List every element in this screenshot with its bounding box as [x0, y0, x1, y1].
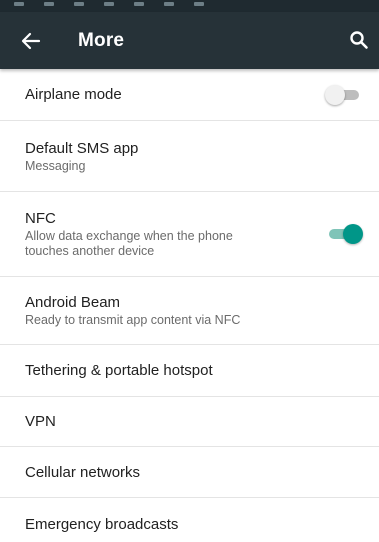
- airplane-mode-label: Airplane mode: [25, 86, 122, 103]
- emergency-broadcasts-row[interactable]: Emergency broadcasts: [0, 498, 379, 542]
- back-button[interactable]: [20, 30, 42, 52]
- nfc-description: Allow data exchange when the phone touch…: [25, 229, 233, 258]
- default-sms-app-row[interactable]: Default SMS app Messaging: [0, 121, 379, 192]
- airplane-mode-row[interactable]: Airplane mode: [0, 69, 379, 121]
- nfc-toggle[interactable]: [327, 224, 363, 244]
- cellular-networks-row[interactable]: Cellular networks: [0, 447, 379, 498]
- default-sms-app-label: Default SMS app: [25, 139, 139, 157]
- status-glyph: [164, 2, 174, 6]
- app-toolbar: More: [0, 12, 379, 69]
- android-beam-description: Ready to transmit app content via NFC: [25, 313, 241, 327]
- status-icons: [14, 0, 204, 6]
- status-glyph: [74, 2, 84, 6]
- emergency-broadcasts-label: Emergency broadcasts: [25, 515, 179, 533]
- vpn-row[interactable]: VPN: [0, 397, 379, 447]
- settings-screen: More Airplane mode Default SMS app Messa…: [0, 0, 379, 542]
- airplane-mode-toggle[interactable]: [325, 84, 361, 105]
- default-sms-app-value: Messaging: [25, 158, 86, 173]
- search-button[interactable]: [347, 28, 371, 52]
- arrow-left-icon: [21, 32, 41, 49]
- android-beam-row[interactable]: Android Beam Ready to transmit app conte…: [0, 277, 379, 345]
- tethering-hotspot-row[interactable]: Tethering & portable hotspot: [0, 345, 379, 397]
- search-icon: [350, 31, 368, 49]
- status-glyph: [44, 2, 54, 6]
- tethering-hotspot-label: Tethering & portable hotspot: [25, 362, 213, 379]
- status-glyph: [134, 2, 144, 6]
- status-glyph: [194, 2, 204, 6]
- status-glyph: [104, 2, 114, 6]
- android-beam-label: Android Beam: [25, 294, 121, 311]
- vpn-label: VPN: [25, 413, 56, 430]
- page-title: More: [78, 29, 125, 51]
- toggle-thumb: [325, 84, 345, 105]
- status-bar: [0, 0, 379, 12]
- nfc-label: NFC: [25, 210, 56, 227]
- nfc-row[interactable]: NFC Allow data exchange when the phone t…: [0, 192, 379, 277]
- cellular-networks-label: Cellular networks: [25, 463, 141, 481]
- settings-list: Airplane mode Default SMS app Messaging …: [0, 69, 379, 542]
- status-glyph: [14, 2, 24, 6]
- toggle-thumb: [343, 224, 363, 244]
